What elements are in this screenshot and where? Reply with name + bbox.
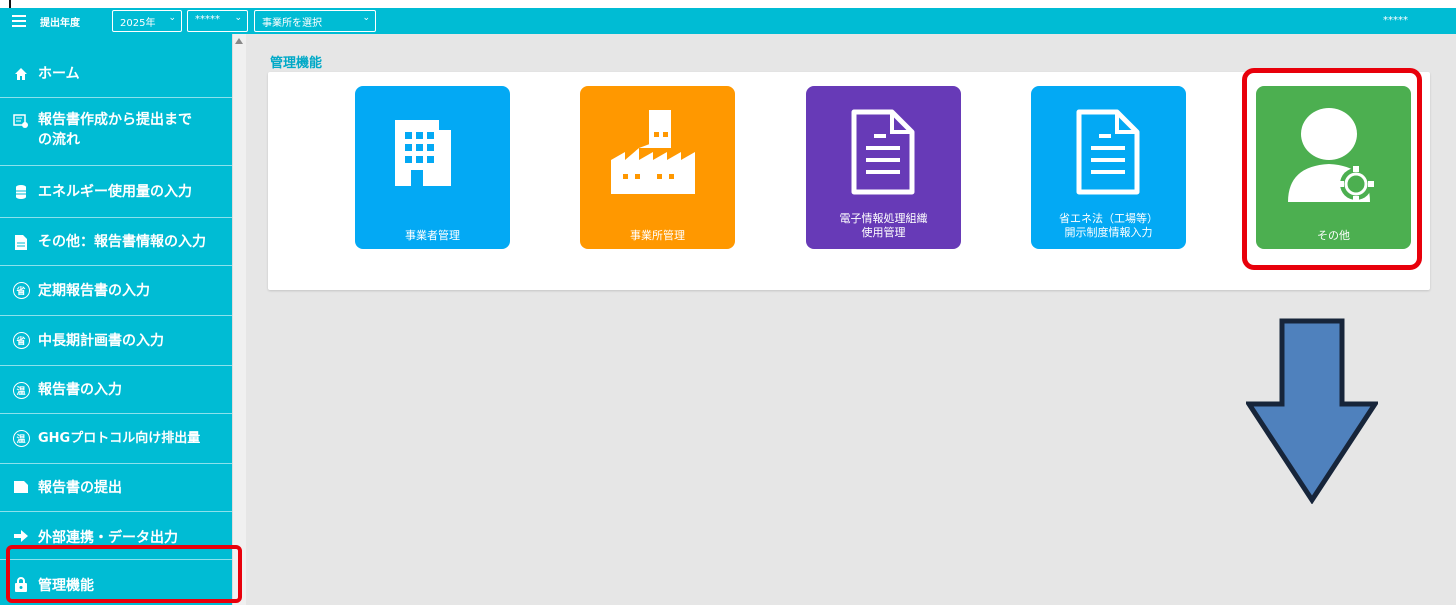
flow-icon [12,112,30,130]
tile-label-line2: 開示制度情報入力 [1064,226,1153,239]
company-select[interactable]: ***** ⌄ [187,10,248,32]
sidebar-item-label: ホーム [38,66,80,82]
sidebar-item-submit-report[interactable]: 報告書の提出 [0,464,232,512]
user-name[interactable]: ***** [1383,15,1408,26]
document-icon [12,233,30,251]
circle-kanji-icon: 温 [12,381,30,399]
top-bar: 提出年度 2025年 ⌄ ***** ⌄ 事業所を選択 ⌄ ***** [0,8,1456,34]
tile-label: 事業所管理 [630,229,685,242]
tile-company-management[interactable]: 事業者管理 [355,86,510,249]
sidebar-item-ghg[interactable]: 温 GHGプロトコル向け排出量 [0,414,232,464]
sidebar-item-flow[interactable]: 報告書作成から提出まで の流れ [0,98,232,166]
highlight-box-admin [6,545,242,603]
sidebar-item-label: 中長期計画書の入力 [38,333,164,349]
year-label: 提出年度 [40,18,80,29]
sidebar-item-label: エネルギー使用量の入力 [38,184,192,200]
office-select-placeholder: 事業所を選択 [262,18,322,29]
scroll-up-arrow-icon[interactable] [235,38,243,44]
sidebar-item-label-line1: 報告書作成から提出まで [38,112,192,128]
tile-label-line1: 省エネ法（工場等） [1059,212,1158,225]
tile-label-line2: 使用管理 [861,226,906,239]
circle-kanji-icon: 省 [12,281,30,299]
tile-disclosure-input[interactable]: 省エネ法（工場等） 開示制度情報入力 [1031,86,1186,249]
database-icon [12,183,30,201]
sidebar-item-midterm-plan[interactable]: 省 中長期計画書の入力 [0,316,232,366]
sidebar-item-label-line2: の流れ [38,132,80,148]
tile-electronic-processing[interactable]: 電子情報処理組織 使用管理 [806,86,961,249]
factory-icon [611,110,695,194]
sidebar-item-label: その他：報告書情報の入力 [38,234,206,250]
down-arrow-icon [1246,318,1378,504]
home-icon [12,65,30,83]
tile-label-line1: 電子情報処理組織 [839,212,928,225]
circle-kanji-icon: 省 [12,331,30,349]
document-icon [851,109,915,195]
chevron-down-icon: ⌄ [234,13,242,23]
company-select-value: ***** [195,14,220,25]
sidebar-item-report-input[interactable]: 温 報告書の入力 [0,366,232,414]
chevron-down-icon: ⌄ [168,13,176,23]
folder-icon [12,478,30,496]
tile-label: 事業者管理 [405,229,460,242]
sidebar-scrollbar[interactable] [232,34,246,605]
sidebar-item-other-info[interactable]: その他：報告書情報の入力 [0,218,232,266]
year-select-value: 2025年 [120,18,156,29]
circle-kanji-icon: 温 [12,429,30,447]
sidebar: ホーム 報告書作成から提出まで の流れ エネルギー使用量の入力 その他：報告書情… [0,34,246,605]
highlight-box-other [1242,68,1422,270]
sidebar-item-label: 報告書の入力 [38,382,122,398]
hamburger-menu-icon[interactable] [12,15,26,27]
sidebar-nav: ホーム 報告書作成から提出まで の流れ エネルギー使用量の入力 その他：報告書情… [0,34,232,605]
sidebar-item-label: 定期報告書の入力 [38,283,150,299]
sidebar-item-energy[interactable]: エネルギー使用量の入力 [0,166,232,218]
office-select[interactable]: 事業所を選択 ⌄ [254,10,376,32]
sidebar-item-periodic-report[interactable]: 省 定期報告書の入力 [0,266,232,316]
document-icon [1076,109,1140,195]
tile-office-management[interactable]: 事業所管理 [580,86,735,249]
sidebar-item-home[interactable]: ホーム [0,34,232,98]
sidebar-item-label: 報告書の提出 [38,480,122,496]
building-icon [395,120,451,186]
chevron-down-icon: ⌄ [362,13,370,23]
sidebar-item-label: GHGプロトコル向け排出量 [38,431,201,446]
page-title: 管理機能 [270,56,323,71]
year-select[interactable]: 2025年 ⌄ [112,10,182,32]
arrow-right-icon [12,527,30,545]
